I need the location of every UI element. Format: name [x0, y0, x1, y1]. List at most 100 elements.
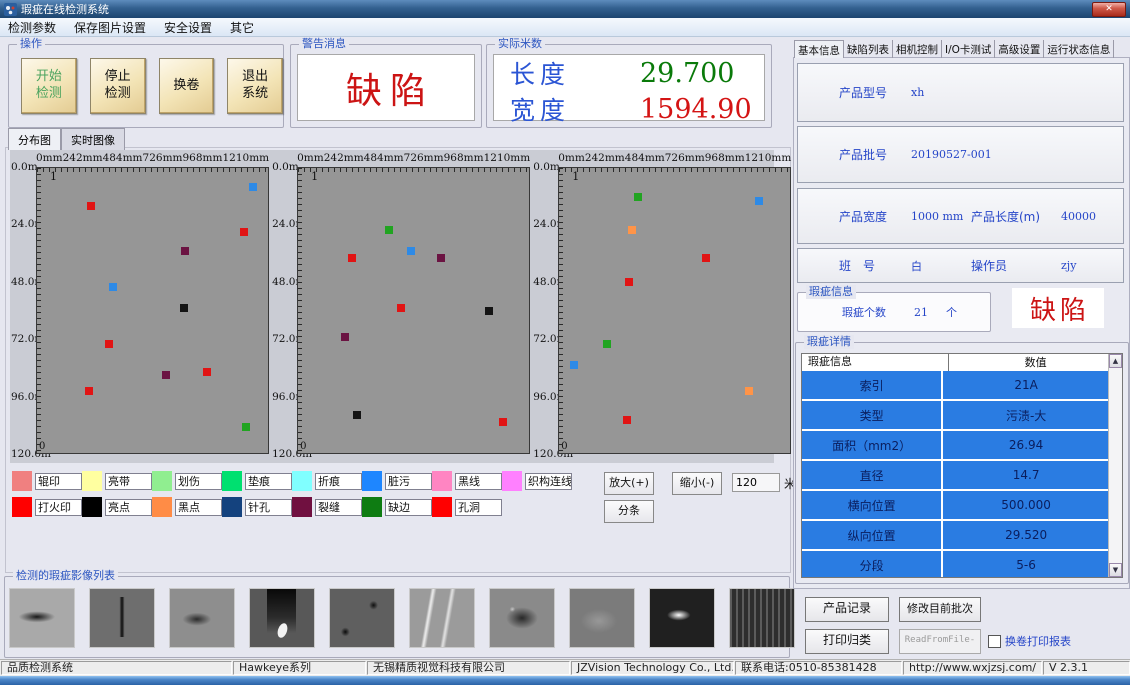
right-tab-6[interactable]: 运行状态信息	[1044, 40, 1114, 58]
detail-row[interactable]: 索引21A	[802, 371, 1109, 401]
x-tick-label: 1210mm	[222, 152, 269, 166]
legend-label-box[interactable]: 缺边	[385, 499, 432, 516]
print-report-checkbox-row: 换卷打印报表	[988, 633, 1071, 649]
legend-label-box[interactable]: 织构连线	[525, 473, 572, 490]
split-button[interactable]: 分条	[604, 500, 654, 523]
legend-label-box[interactable]: 黑线	[455, 473, 502, 490]
plot-origin-label: 0	[300, 441, 306, 452]
modify-batch-button[interactable]: 修改目前批次	[899, 597, 981, 622]
operation-group: 操作 开始检测停止检测换卷退出系统	[8, 44, 284, 128]
defect-thumbnail-10[interactable]	[729, 588, 795, 648]
x-tick-label: 0mm	[558, 152, 585, 166]
legend-label-box[interactable]: 打火印	[35, 499, 82, 516]
scale-controls: 放大(+) 缩小(-) 米 分条	[602, 470, 792, 528]
legend-label-box[interactable]: 垫痕	[245, 473, 292, 490]
status-segment-2: Hawkeye系列	[233, 661, 366, 675]
detail-row-value: 5-6	[943, 551, 1109, 577]
defect-thumbnail-4[interactable]	[249, 588, 315, 648]
print-class-button[interactable]: 打印归类	[805, 629, 889, 654]
legend-row: 辊印 亮带 划伤 垫痕 折痕 脏污 黑线 织构连线	[12, 468, 574, 494]
defect-thumbnail-5[interactable]	[329, 588, 395, 648]
taskbar-strip	[0, 676, 1130, 685]
exit-system-button[interactable]: 退出系统	[227, 58, 283, 114]
defect-thumbnail-9[interactable]	[649, 588, 715, 648]
right-tab-2[interactable]: 缺陷列表	[844, 40, 893, 58]
status-segment-5: 联系电话:0510-85381428	[735, 661, 902, 675]
legend-label-box[interactable]: 划伤	[175, 473, 222, 490]
legend-label-box[interactable]: 孔洞	[455, 499, 502, 516]
range-input[interactable]	[732, 473, 780, 492]
plot-panel-1: 0mm242mm484mm726mm968mm1210mm0.0m24.0m48…	[10, 150, 271, 463]
legend-label-box[interactable]: 针孔	[245, 499, 292, 516]
start-detect-button[interactable]: 开始检测	[21, 58, 77, 114]
legend-label-box[interactable]: 脏污	[385, 473, 432, 490]
defect-thumbnail-7[interactable]	[489, 588, 555, 648]
warning-display: 缺陷	[297, 54, 475, 121]
detail-scroll-down-icon[interactable]: ▼	[1109, 563, 1122, 577]
detail-row-label: 分段	[802, 551, 943, 577]
detail-row[interactable]: 分段5-6	[802, 551, 1109, 577]
view-tab-1[interactable]: 分布图	[8, 128, 61, 150]
detail-row-label: 横向位置	[802, 491, 943, 519]
defect-summary-title: 瑕疵信息	[806, 285, 856, 299]
legend-label-box[interactable]: 亮带	[105, 473, 152, 490]
legend-item: 打火印	[12, 497, 82, 517]
meters-group: 实际米数 长度 29.700 宽度 1594.90	[486, 44, 772, 128]
read-from-file-button[interactable]: ReadFromFile-SIM	[899, 629, 981, 654]
defect-thumbnail-6[interactable]	[409, 588, 475, 648]
defect-thumbnail-8[interactable]	[569, 588, 635, 648]
exit-system-button-label: 退出系统	[242, 69, 268, 103]
detail-row-value: 21A	[943, 371, 1109, 399]
shift-operator-row: 班 号 白 操作员 zjy	[797, 248, 1124, 283]
detail-row[interactable]: 横向位置500.000	[802, 491, 1109, 521]
defect-thumbnail-3[interactable]	[169, 588, 235, 648]
change-roll-button[interactable]: 换卷	[159, 58, 215, 114]
stop-detect-button[interactable]: 停止检测	[90, 58, 146, 114]
print-report-checkbox[interactable]	[988, 635, 1001, 648]
plot-corner-label: 1	[50, 170, 57, 183]
defect-point	[625, 278, 633, 286]
right-tab-5[interactable]: 高级设置	[995, 40, 1044, 58]
warning-group: 警告消息 缺陷	[290, 44, 482, 128]
zoom-out-button[interactable]: 缩小(-)	[672, 472, 722, 495]
legend-item: 辊印	[12, 471, 82, 491]
menu-item-1[interactable]: 检测参数	[8, 19, 56, 36]
product-model-row: 产品型号 xh	[797, 63, 1124, 122]
defect-alert-box: 缺陷	[1012, 288, 1104, 328]
menu-item-3[interactable]: 安全设置	[164, 19, 212, 36]
app-icon	[4, 3, 17, 16]
right-tab-4[interactable]: I/O卡测试	[942, 40, 995, 58]
right-tab-3[interactable]: 相机控制	[893, 40, 942, 58]
menu-item-4[interactable]: 其它	[230, 19, 254, 36]
legend-item: 折痕	[292, 471, 362, 491]
right-tab-1[interactable]: 基本信息	[794, 40, 844, 58]
legend-label-box[interactable]: 折痕	[315, 473, 362, 490]
legend-item: 孔洞	[432, 497, 502, 517]
x-tick-label: 726mm	[665, 152, 705, 166]
legend-color-swatch	[82, 471, 102, 491]
detail-table-scrollbar[interactable]: ▲ ▼	[1108, 354, 1122, 577]
product-record-button[interactable]: 产品记录	[805, 597, 889, 622]
legend-label-box[interactable]: 裂缝	[315, 499, 362, 516]
defect-thumbnail-2[interactable]	[89, 588, 155, 648]
x-tick-label: 0mm	[36, 152, 63, 166]
zoom-in-button[interactable]: 放大(+)	[604, 472, 654, 495]
defect-point	[109, 283, 117, 291]
detail-row[interactable]: 直径14.7	[802, 461, 1109, 491]
detail-row[interactable]: 类型污渍-大	[802, 401, 1109, 431]
menu-bar: 检测参数 保存图片设置 安全设置 其它	[0, 18, 1130, 37]
legend-label-box[interactable]: 亮点	[105, 499, 152, 516]
close-button[interactable]: ✕	[1092, 2, 1126, 17]
x-tick-label: 968mm	[444, 152, 484, 166]
legend-label-box[interactable]: 黑点	[175, 499, 222, 516]
detail-scroll-up-icon[interactable]: ▲	[1109, 354, 1122, 368]
defect-point	[181, 247, 189, 255]
menu-item-2[interactable]: 保存图片设置	[74, 19, 146, 36]
x-tick-label: 726mm	[404, 152, 444, 166]
legend-label-box[interactable]: 辊印	[35, 473, 82, 490]
view-tab-2[interactable]: 实时图像	[61, 128, 125, 150]
status-segment-6: http://www.wxjzsj.com/	[903, 661, 1042, 675]
detail-row[interactable]: 面积（mm2）26.94	[802, 431, 1109, 461]
detail-row[interactable]: 纵向位置29.520	[802, 521, 1109, 551]
defect-thumbnail-1[interactable]	[9, 588, 75, 648]
